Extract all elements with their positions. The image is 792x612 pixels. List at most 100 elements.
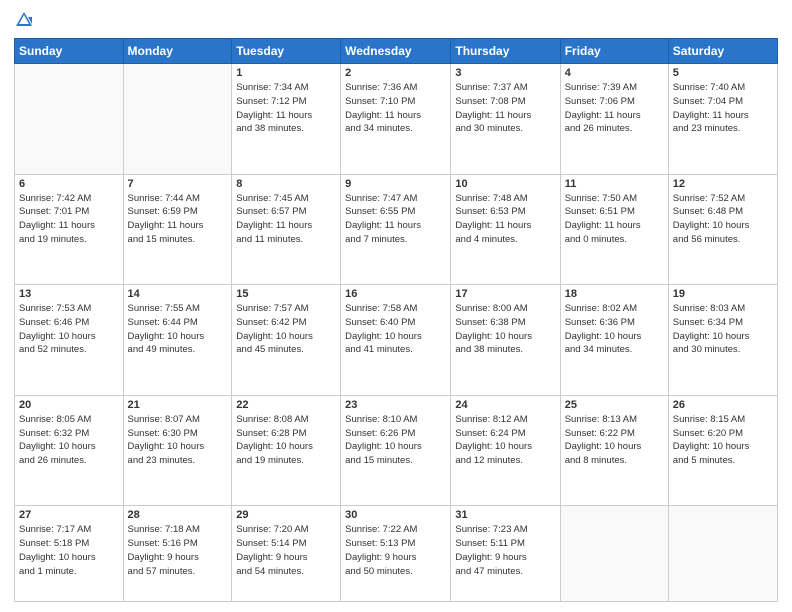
- day-info: Sunrise: 8:10 AM Sunset: 6:26 PM Dayligh…: [345, 413, 446, 468]
- calendar-cell: 25 Sunrise: 8:13 AM Sunset: 6:22 PM Dayli…: [560, 395, 668, 506]
- day-info: Sunrise: 8:05 AM Sunset: 6:32 PM Dayligh…: [19, 413, 119, 468]
- day-number: 8: [236, 178, 336, 190]
- day-number: 28: [128, 509, 228, 521]
- day-info: Sunrise: 7:55 AM Sunset: 6:44 PM Dayligh…: [128, 302, 228, 357]
- calendar-cell: [123, 64, 232, 175]
- day-info: Sunrise: 8:03 AM Sunset: 6:34 PM Dayligh…: [673, 302, 773, 357]
- day-info: Sunrise: 7:52 AM Sunset: 6:48 PM Dayligh…: [673, 192, 773, 247]
- calendar-cell: [15, 64, 124, 175]
- day-number: 26: [673, 399, 773, 411]
- calendar-week-row: 27 Sunrise: 7:17 AM Sunset: 5:18 PM Dayli…: [15, 506, 778, 602]
- day-header-monday: Monday: [123, 39, 232, 64]
- day-info: Sunrise: 7:37 AM Sunset: 7:08 PM Dayligh…: [455, 81, 555, 136]
- day-header-wednesday: Wednesday: [341, 39, 451, 64]
- calendar-cell: [560, 506, 668, 602]
- day-number: 18: [565, 288, 664, 300]
- day-header-tuesday: Tuesday: [232, 39, 341, 64]
- day-info: Sunrise: 8:00 AM Sunset: 6:38 PM Dayligh…: [455, 302, 555, 357]
- day-info: Sunrise: 7:45 AM Sunset: 6:57 PM Dayligh…: [236, 192, 336, 247]
- day-number: 14: [128, 288, 228, 300]
- calendar-table: SundayMondayTuesdayWednesdayThursdayFrid…: [14, 38, 778, 602]
- day-info: Sunrise: 7:22 AM Sunset: 5:13 PM Dayligh…: [345, 523, 446, 578]
- day-info: Sunrise: 7:53 AM Sunset: 6:46 PM Dayligh…: [19, 302, 119, 357]
- calendar-week-row: 13 Sunrise: 7:53 AM Sunset: 6:46 PM Dayli…: [15, 285, 778, 396]
- calendar-cell: 11 Sunrise: 7:50 AM Sunset: 6:51 PM Dayli…: [560, 174, 668, 285]
- calendar-cell: 5 Sunrise: 7:40 AM Sunset: 7:04 PM Daylig…: [668, 64, 777, 175]
- day-number: 5: [673, 67, 773, 79]
- calendar-cell: 7Sunrise: 7:44 AM Sunset: 6:59 PM Daylig…: [123, 174, 232, 285]
- calendar-cell: 23Sunrise: 8:10 AM Sunset: 6:26 PM Dayli…: [341, 395, 451, 506]
- calendar-cell: 18 Sunrise: 8:02 AM Sunset: 6:36 PM Dayli…: [560, 285, 668, 396]
- day-header-friday: Friday: [560, 39, 668, 64]
- logo: [14, 10, 36, 30]
- day-info: Sunrise: 7:40 AM Sunset: 7:04 PM Dayligh…: [673, 81, 773, 136]
- day-number: 13: [19, 288, 119, 300]
- day-info: Sunrise: 8:07 AM Sunset: 6:30 PM Dayligh…: [128, 413, 228, 468]
- day-header-thursday: Thursday: [451, 39, 560, 64]
- day-number: 3: [455, 67, 555, 79]
- day-info: Sunrise: 7:34 AM Sunset: 7:12 PM Dayligh…: [236, 81, 336, 136]
- day-info: Sunrise: 7:36 AM Sunset: 7:10 PM Dayligh…: [345, 81, 446, 136]
- calendar-cell: 17Sunrise: 8:00 AM Sunset: 6:38 PM Dayli…: [451, 285, 560, 396]
- day-info: Sunrise: 7:23 AM Sunset: 5:11 PM Dayligh…: [455, 523, 555, 578]
- day-info: Sunrise: 7:42 AM Sunset: 7:01 PM Dayligh…: [19, 192, 119, 247]
- calendar-cell: 2 Sunrise: 7:36 AM Sunset: 7:10 PM Daylig…: [341, 64, 451, 175]
- day-number: 30: [345, 509, 446, 521]
- calendar-cell: [668, 506, 777, 602]
- day-number: 15: [236, 288, 336, 300]
- calendar-cell: 29Sunrise: 7:20 AM Sunset: 5:14 PM Dayli…: [232, 506, 341, 602]
- day-info: Sunrise: 8:15 AM Sunset: 6:20 PM Dayligh…: [673, 413, 773, 468]
- day-number: 20: [19, 399, 119, 411]
- day-number: 4: [565, 67, 664, 79]
- calendar-cell: 22Sunrise: 8:08 AM Sunset: 6:28 PM Dayli…: [232, 395, 341, 506]
- calendar-cell: 21 Sunrise: 8:07 AM Sunset: 6:30 PM Dayli…: [123, 395, 232, 506]
- day-info: Sunrise: 7:39 AM Sunset: 7:06 PM Dayligh…: [565, 81, 664, 136]
- day-number: 10: [455, 178, 555, 190]
- day-info: Sunrise: 7:50 AM Sunset: 6:51 PM Dayligh…: [565, 192, 664, 247]
- day-number: 6: [19, 178, 119, 190]
- day-number: 19: [673, 288, 773, 300]
- calendar-cell: 26 Sunrise: 8:15 AM Sunset: 6:20 PM Dayli…: [668, 395, 777, 506]
- day-header-sunday: Sunday: [15, 39, 124, 64]
- calendar-cell: 9 Sunrise: 7:47 AM Sunset: 6:55 PM Daylig…: [341, 174, 451, 285]
- calendar-week-row: 1 Sunrise: 7:34 AM Sunset: 7:12 PM Daylig…: [15, 64, 778, 175]
- day-number: 25: [565, 399, 664, 411]
- day-number: 2: [345, 67, 446, 79]
- calendar-cell: 8 Sunrise: 7:45 AM Sunset: 6:57 PM Daylig…: [232, 174, 341, 285]
- header: [14, 10, 778, 30]
- day-info: Sunrise: 8:02 AM Sunset: 6:36 PM Dayligh…: [565, 302, 664, 357]
- day-number: 9: [345, 178, 446, 190]
- calendar-cell: 15 Sunrise: 7:57 AM Sunset: 6:42 PM Dayli…: [232, 285, 341, 396]
- day-info: Sunrise: 8:13 AM Sunset: 6:22 PM Dayligh…: [565, 413, 664, 468]
- day-number: 31: [455, 509, 555, 521]
- day-number: 12: [673, 178, 773, 190]
- calendar-cell: 4 Sunrise: 7:39 AM Sunset: 7:06 PM Daylig…: [560, 64, 668, 175]
- day-info: Sunrise: 7:47 AM Sunset: 6:55 PM Dayligh…: [345, 192, 446, 247]
- day-number: 16: [345, 288, 446, 300]
- day-info: Sunrise: 7:58 AM Sunset: 6:40 PM Dayligh…: [345, 302, 446, 357]
- calendar-header-row: SundayMondayTuesdayWednesdayThursdayFrid…: [15, 39, 778, 64]
- day-header-saturday: Saturday: [668, 39, 777, 64]
- calendar-cell: 19 Sunrise: 8:03 AM Sunset: 6:34 PM Dayli…: [668, 285, 777, 396]
- calendar-cell: 16 Sunrise: 7:58 AM Sunset: 6:40 PM Dayli…: [341, 285, 451, 396]
- calendar-cell: 12 Sunrise: 7:52 AM Sunset: 6:48 PM Dayli…: [668, 174, 777, 285]
- day-number: 24: [455, 399, 555, 411]
- day-info: Sunrise: 7:17 AM Sunset: 5:18 PM Dayligh…: [19, 523, 119, 578]
- day-number: 21: [128, 399, 228, 411]
- calendar-cell: 28Sunrise: 7:18 AM Sunset: 5:16 PM Dayli…: [123, 506, 232, 602]
- day-info: Sunrise: 7:57 AM Sunset: 6:42 PM Dayligh…: [236, 302, 336, 357]
- calendar-cell: 24Sunrise: 8:12 AM Sunset: 6:24 PM Dayli…: [451, 395, 560, 506]
- day-info: Sunrise: 7:20 AM Sunset: 5:14 PM Dayligh…: [236, 523, 336, 578]
- calendar-cell: 14 Sunrise: 7:55 AM Sunset: 6:44 PM Dayli…: [123, 285, 232, 396]
- calendar-cell: 20 Sunrise: 8:05 AM Sunset: 6:32 PM Dayli…: [15, 395, 124, 506]
- calendar-cell: 1 Sunrise: 7:34 AM Sunset: 7:12 PM Daylig…: [232, 64, 341, 175]
- day-info: Sunrise: 7:48 AM Sunset: 6:53 PM Dayligh…: [455, 192, 555, 247]
- calendar-cell: 31 Sunrise: 7:23 AM Sunset: 5:11 PM Dayli…: [451, 506, 560, 602]
- day-number: 27: [19, 509, 119, 521]
- day-number: 7: [128, 178, 228, 190]
- day-number: 1: [236, 67, 336, 79]
- calendar-cell: 30 Sunrise: 7:22 AM Sunset: 5:13 PM Dayli…: [341, 506, 451, 602]
- day-number: 22: [236, 399, 336, 411]
- day-number: 11: [565, 178, 664, 190]
- logo-icon: [14, 10, 34, 30]
